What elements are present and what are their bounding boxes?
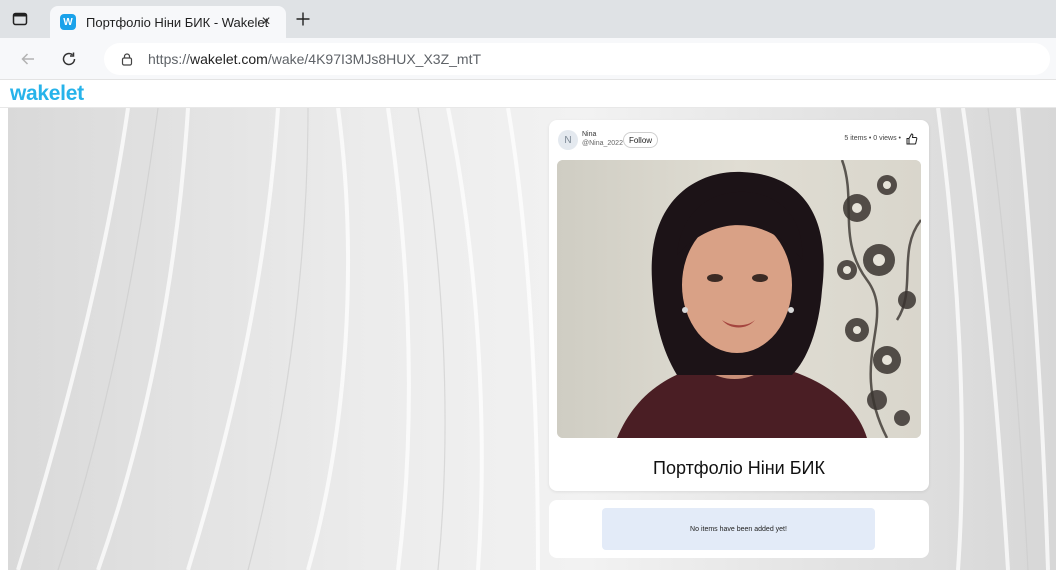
url-scheme: https:// [148,51,191,67]
wakelet-favicon-icon: W [60,14,76,30]
collection-card: N Nina @Nina_2022 Follow 5 items • 0 vie… [549,120,929,491]
browser-tab-bar: W Портфоліо Ніни БИК - Wakelet × [0,0,1056,38]
url-path: /wake/4K97I3MJs8HUX_X3Z_mtT [267,51,482,67]
lock-icon[interactable] [118,50,136,68]
site-header: wakelet [0,80,1056,108]
tab-title: Портфоліо Ніни БИК - Wakelet [86,14,269,30]
address-bar: https://wakelet.com/wake/4K97I3MJs8HUX_X… [0,38,1056,80]
back-arrow-icon[interactable] [17,48,39,70]
browser-tab[interactable]: W Портфоліо Ніни БИК - Wakelet × [50,6,286,38]
avatar[interactable]: N [558,130,578,150]
url-host: wakelet.com [190,51,268,67]
url-text: https://wakelet.com/wake/4K97I3MJs8HUX_X… [148,51,481,67]
wakelet-logo[interactable]: wakelet [10,82,84,106]
collection-title: Портфоліо Ніни БИК [653,458,825,478]
cover-photo [557,160,921,438]
follow-button[interactable]: Follow [623,132,658,148]
close-icon[interactable]: × [256,12,276,32]
collection-stats: 5 items • 0 views • [844,135,901,142]
author-name[interactable]: Nina [582,131,596,138]
items-card: No items have been added yet! [549,500,929,558]
plus-icon[interactable] [291,7,315,31]
thumbs-up-icon[interactable] [905,132,919,146]
cover-portrait-image [557,160,921,438]
reload-icon[interactable] [58,48,80,70]
sidebar-icon[interactable] [10,9,30,29]
url-input[interactable]: https://wakelet.com/wake/4K97I3MJs8HUX_X… [104,43,1050,75]
empty-state-message: No items have been added yet! [602,508,875,550]
author-handle[interactable]: @Nina_2022 [582,140,623,147]
